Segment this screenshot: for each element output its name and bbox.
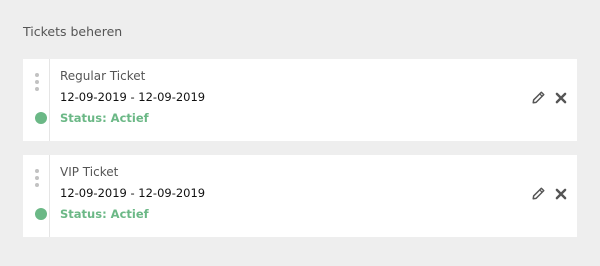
drag-handle-icon[interactable] [34,73,39,93]
ticket-status: Status: Actief [60,111,149,125]
ticket-info: VIP Ticket 12-09-2019 - 12-09-2019 Statu… [60,165,205,221]
ticket-name: Regular Ticket [60,69,146,83]
ticket-dates: 12-09-2019 - 12-09-2019 [60,90,206,104]
close-icon[interactable] [554,91,567,104]
ticket-card: VIP Ticket 12-09-2019 - 12-09-2019 Statu… [23,155,577,237]
page-title: Tickets beheren [23,24,123,39]
ticket-list: Regular Ticket 12-09-2019 - 12-09-2019 S… [23,59,577,251]
close-icon[interactable] [554,187,567,200]
status-dot-icon [35,208,47,220]
pencil-icon[interactable] [532,187,545,200]
ticket-status: Status: Actief [60,207,149,221]
ticket-actions [532,91,567,104]
ticket-dates: 12-09-2019 - 12-09-2019 [60,186,206,200]
ticket-card: Regular Ticket 12-09-2019 - 12-09-2019 S… [23,59,577,141]
ticket-name: VIP Ticket [60,165,119,179]
ticket-info: Regular Ticket 12-09-2019 - 12-09-2019 S… [60,69,205,125]
ticket-handle-column [23,155,50,237]
pencil-icon[interactable] [532,91,545,104]
status-dot-icon [35,112,47,124]
ticket-handle-column [23,59,50,141]
drag-handle-icon[interactable] [34,169,39,189]
ticket-actions [532,187,567,200]
